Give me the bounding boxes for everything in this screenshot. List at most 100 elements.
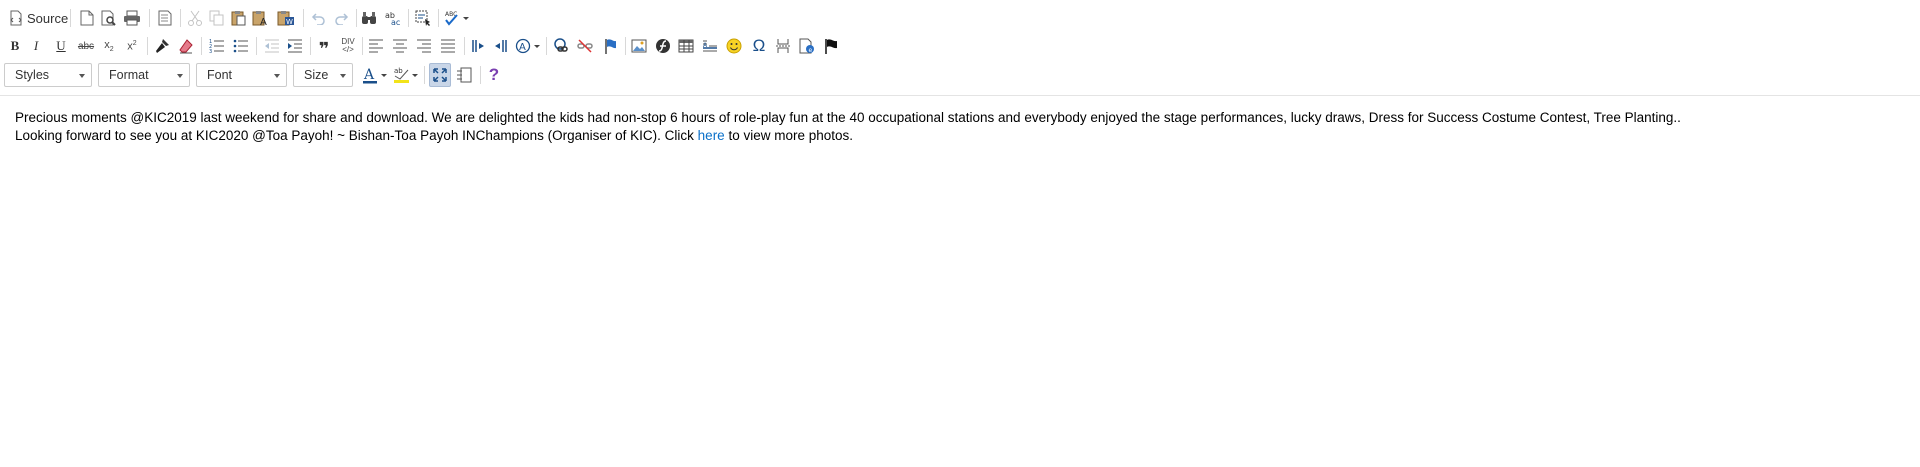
blockquote-button[interactable]: ❞	[313, 33, 335, 59]
cut-icon	[188, 10, 202, 26]
select-all-button[interactable]	[412, 5, 434, 31]
view-photos-link[interactable]: here	[698, 128, 725, 143]
preview-icon	[101, 10, 117, 26]
subscript-button[interactable]: x2	[99, 33, 119, 59]
horizontal-rule-button[interactable]: A	[699, 33, 721, 59]
chevron-down-icon	[79, 74, 85, 78]
flag-button[interactable]	[820, 33, 842, 59]
copy-button[interactable]	[206, 5, 228, 31]
special-char-button[interactable]: Ω	[748, 33, 770, 59]
page-break-icon	[775, 38, 791, 54]
image-button[interactable]	[628, 33, 650, 59]
justify-button[interactable]	[437, 33, 459, 59]
flag-icon	[824, 38, 838, 54]
superscript-icon: x2	[127, 39, 137, 53]
templates-button[interactable]	[154, 5, 176, 31]
format-combo[interactable]: Format	[98, 63, 190, 87]
print-icon	[123, 10, 141, 26]
flash-button[interactable]	[652, 33, 674, 59]
remove-format-icon	[178, 38, 194, 54]
svg-text:A: A	[260, 17, 267, 26]
maximize-button[interactable]	[429, 63, 451, 87]
align-right-button[interactable]	[413, 33, 435, 59]
new-page-icon	[80, 10, 94, 26]
outdent-icon	[264, 39, 280, 53]
spellcheck-button[interactable]: ABC	[442, 5, 472, 31]
size-combo[interactable]: Size	[293, 63, 353, 87]
copy-format-button[interactable]	[151, 33, 173, 59]
templates-icon	[158, 10, 172, 26]
indent-icon	[287, 39, 303, 53]
remove-format-button[interactable]	[175, 33, 197, 59]
svg-text:ab: ab	[394, 67, 403, 75]
div-button[interactable]: DIV </>	[337, 33, 359, 59]
editor-content[interactable]: Precious moments @KIC2019 last weekend f…	[15, 109, 1905, 145]
bg-color-button[interactable]: ab	[392, 62, 420, 88]
align-center-button[interactable]	[389, 33, 411, 59]
print-button[interactable]	[120, 5, 144, 31]
text-color-button[interactable]: A	[361, 62, 389, 88]
blockquote-icon: ❞	[318, 39, 330, 59]
div-icon: DIV </>	[341, 37, 355, 54]
horizontal-rule-icon: A	[702, 38, 718, 54]
styles-combo[interactable]: Styles	[4, 63, 92, 87]
replace-button[interactable]: ab ac	[381, 5, 405, 31]
help-button[interactable]: ?	[483, 62, 505, 88]
bulleted-list-icon	[233, 38, 249, 54]
text-color-icon: A	[362, 66, 388, 84]
iframe-button[interactable]: e	[796, 33, 818, 59]
numbered-list-icon: 123	[209, 38, 225, 54]
show-blocks-button[interactable]	[453, 62, 475, 88]
toolbar-row-3: Styles Format Font Size A ab ?	[0, 62, 1920, 88]
paste-text-button[interactable]: A	[250, 5, 272, 31]
editor-toolbar: Source A W ab ac ABC B I U abc x2 x2 1 2…	[0, 0, 1920, 96]
cut-button[interactable]	[184, 5, 206, 31]
bold-button[interactable]: B	[5, 33, 25, 59]
svg-text:3: 3	[209, 49, 212, 54]
help-icon: ?	[488, 65, 500, 84]
new-page-button[interactable]	[76, 5, 98, 31]
superscript-button[interactable]: x2	[122, 33, 142, 59]
outdent-button[interactable]	[261, 33, 283, 59]
table-button[interactable]	[675, 33, 697, 59]
rtl-icon	[493, 39, 509, 53]
source-button[interactable]: Source	[4, 5, 68, 31]
numbered-list-button[interactable]: 123	[206, 33, 228, 59]
paste-button[interactable]	[228, 5, 250, 31]
anchor-button[interactable]	[599, 33, 621, 59]
svg-text:A: A	[363, 67, 375, 83]
rtl-button[interactable]	[490, 33, 512, 59]
chevron-down-icon	[340, 74, 346, 78]
align-left-button[interactable]	[365, 33, 387, 59]
smiley-button[interactable]	[723, 33, 745, 59]
unlink-button[interactable]	[574, 33, 596, 59]
strike-button[interactable]: abc	[75, 33, 97, 59]
underline-button[interactable]: U	[51, 33, 71, 59]
undo-button[interactable]	[308, 5, 330, 31]
paste-word-button[interactable]: W	[274, 5, 298, 31]
separator	[362, 37, 363, 55]
link-button[interactable]	[550, 33, 572, 59]
separator	[464, 37, 465, 55]
align-right-icon	[416, 39, 432, 53]
preview-button[interactable]	[98, 5, 120, 31]
redo-button[interactable]	[330, 5, 352, 31]
page-break-button[interactable]	[772, 33, 794, 59]
select-all-icon	[415, 10, 431, 26]
language-button[interactable]: A	[514, 33, 542, 59]
ltr-button[interactable]	[467, 33, 489, 59]
special-char-icon: Ω	[752, 36, 766, 55]
svg-text:A: A	[519, 42, 526, 53]
undo-icon	[311, 11, 327, 25]
size-combo-label: Size	[304, 68, 329, 82]
styles-combo-label: Styles	[15, 68, 50, 82]
indent-button[interactable]	[284, 33, 306, 59]
font-combo[interactable]: Font	[196, 63, 287, 87]
show-blocks-icon	[456, 67, 472, 83]
find-button[interactable]	[358, 5, 380, 31]
italic-button[interactable]: I	[26, 33, 46, 59]
separator	[480, 66, 481, 84]
redo-icon	[333, 11, 349, 25]
separator	[149, 9, 150, 27]
bulleted-list-button[interactable]	[230, 33, 252, 59]
